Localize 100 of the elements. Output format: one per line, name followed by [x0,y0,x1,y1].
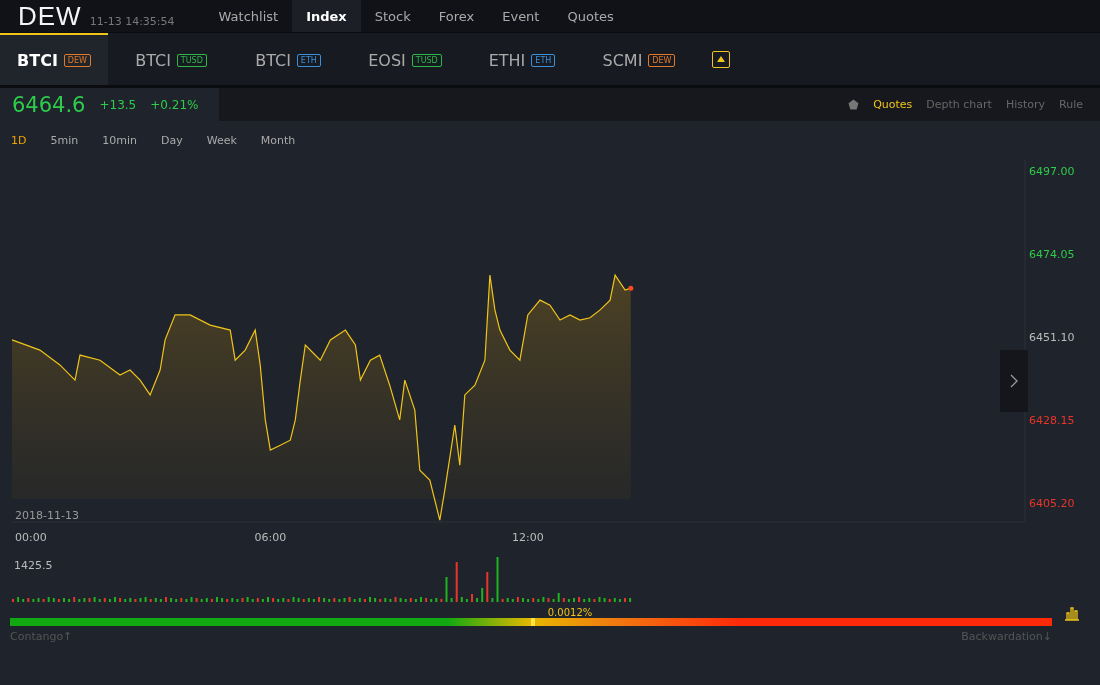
nav-tab[interactable]: Stock [360,0,425,32]
volume-bar [272,598,275,602]
volume-bar [256,598,259,602]
period-tab[interactable]: 1D [11,134,27,147]
volume-bar [73,597,76,602]
index-name: BTCI [255,50,291,70]
volume-bar [593,599,596,602]
nav-tab[interactable]: Watchlist [204,0,293,32]
view-tab[interactable]: Quotes [873,98,913,111]
y-axis-label: 6405.20 [1029,497,1075,511]
volume-bar [481,588,484,602]
volume-bar [465,599,468,602]
volume-bar [236,599,239,602]
instrument-tab[interactable]: EOSI TUSD [351,33,459,85]
volume-bar [287,599,290,602]
volume-bar [32,599,35,602]
volume-bar [476,598,479,602]
volume-bar [68,599,71,602]
y-axis-label: 6451.10 [1029,331,1075,344]
period-tab[interactable]: Month [260,134,296,147]
volume-bar [394,597,397,602]
volume-bar [567,599,570,602]
y-axis-label: 6428.15 [1029,414,1075,428]
volume-bar [374,598,377,602]
instrument-tab[interactable]: SCMI DEW [585,33,693,85]
nav-tab[interactable]: Index [292,0,361,32]
volume-bar [608,599,611,602]
volume-bar [195,598,198,602]
nav-tab[interactable]: Forex [424,0,489,32]
period-tab[interactable]: Week [206,134,237,147]
volume-bar [226,599,229,602]
volume-bar [108,599,111,602]
period-tab[interactable]: 5min [50,134,79,147]
volume-bar [22,599,25,602]
volume-bar [124,599,127,602]
volume-bar [598,597,601,602]
volume-bar [154,598,157,602]
volume-bar [175,599,178,602]
volume-bar [93,597,96,602]
volume-bar [379,599,382,602]
volume-bar [261,599,264,602]
volume-bar [409,598,412,602]
volume-bar [338,599,341,602]
currency-tag: TUSD [411,53,442,67]
volume-bar [210,599,213,602]
volume-bar [455,562,458,602]
volume-bar [506,598,509,602]
volume-bar [180,598,183,602]
volume-bar [328,599,331,602]
instrument-tab[interactable]: BTCI TUSD [117,33,225,85]
volume-bar [501,599,504,602]
volume-max-label: 1425.5 [14,559,53,572]
volume-bar [618,599,621,602]
volume-bar [353,599,356,602]
volume-bar [532,598,535,602]
volume-bar [557,593,560,602]
index-name: BTCI [135,50,171,70]
instrument-tab[interactable]: BTCI DEW [0,33,108,85]
x-axis-label: 12:00 [512,531,544,544]
volume-bar [231,598,234,602]
volume-bar [527,599,530,602]
volume-bar [486,572,489,602]
volume-bar [399,598,402,602]
nav-tab[interactable]: Quotes [553,0,628,32]
volume-bar [17,597,20,602]
volume-bar [246,597,249,602]
bar-chart-icon[interactable] [1064,605,1080,621]
volume-bar [547,598,550,602]
volume-bar [562,598,565,602]
chevron-right-icon [1010,374,1018,388]
x-axis-label: 00:00 [15,531,47,544]
volume-bar [445,577,448,602]
volume-bar [404,599,407,602]
volume-bar [333,598,336,602]
volume-bar [414,599,417,602]
volume-bar [134,599,137,602]
volume-bar [119,598,122,602]
currency-tag: DEW [648,53,676,67]
period-tab[interactable]: 10min [102,134,137,147]
nav-tab[interactable]: Event [488,0,554,32]
volume-bar [42,599,45,602]
volume-bar [578,597,581,602]
collapse-button[interactable] [712,50,730,68]
volume-bar [185,599,188,602]
x-axis-label: 06:00 [254,531,287,544]
volume-bar [159,599,162,602]
currency-tag: TUSD [176,53,207,67]
instrument-tab[interactable]: BTCI ETH [234,33,342,85]
volume-bar [537,599,540,602]
volume-bar [98,599,101,602]
instrument-tab[interactable]: ETHI ETH [468,33,576,85]
datetime: 11-13 14:35:54 [89,14,175,28]
period-tab[interactable]: Day [160,134,183,147]
volume-bar [27,598,30,602]
volume-bar [430,599,433,602]
index-name: SCMI [602,50,643,70]
volume-bar [384,598,387,602]
volume-bar [241,598,244,602]
volume-bar [129,598,132,602]
star-icon[interactable] [848,99,860,110]
